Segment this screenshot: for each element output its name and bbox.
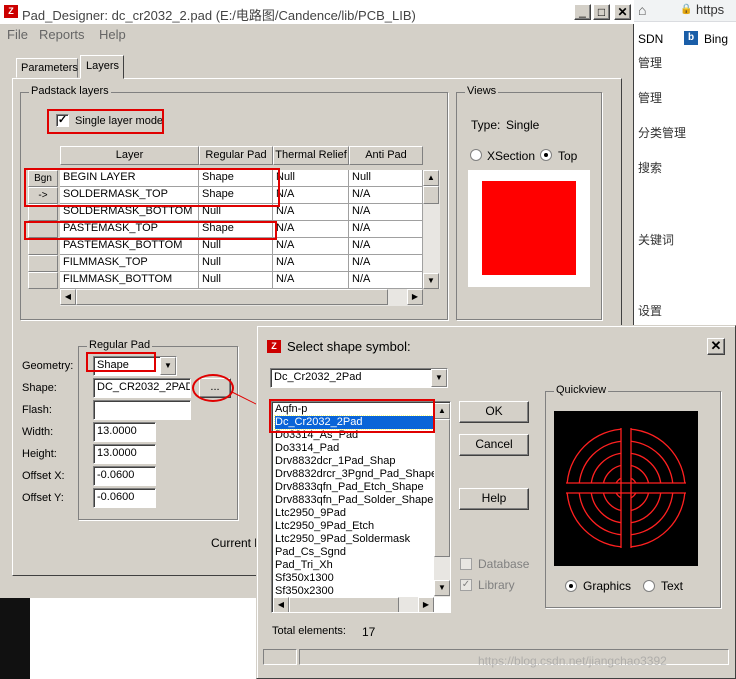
dialog-title-bar: Z Select shape symbol: ✕ — [259, 328, 735, 362]
symbol-list-item[interactable]: Sf350x1300 — [275, 572, 433, 585]
database-checkbox[interactable] — [460, 558, 472, 570]
select-shape-dialog: Z Select shape symbol: ✕ Dc_Cr2032_2Pad … — [256, 325, 736, 679]
symbol-list-item[interactable]: Drv8832drcr_3Pgnd_Pad_Shape — [275, 468, 437, 481]
graphics-label: Graphics — [583, 579, 632, 593]
combo-value: Dc_Cr2032_2Pad — [274, 371, 362, 383]
dropdown-arrow-icon[interactable]: ▼ — [431, 369, 447, 387]
symbol-list-item[interactable]: Drv8832dcr_1Pad_Shap — [275, 455, 433, 468]
symbol-list-item[interactable]: Ltc2950_9Pad_Soldermask — [275, 533, 433, 546]
scroll-down-arrow[interactable]: ▼ — [434, 580, 450, 596]
group-title: Quickview — [554, 384, 609, 396]
scroll-right-arrow[interactable]: ▶ — [418, 597, 434, 612]
symbol-list-item[interactable]: Drv8833qfn_Pad_Solder_Shape — [275, 494, 433, 507]
library-combo[interactable]: Dc_Cr2032_2Pad ▼ — [270, 368, 448, 388]
symbol-list-item[interactable]: Do3314_Pad — [275, 442, 433, 455]
status-bar-left — [263, 649, 297, 665]
annotation-box — [269, 399, 435, 433]
scroll-left-arrow[interactable]: ◀ — [273, 597, 289, 612]
library-checkbox[interactable]: ✓ — [460, 579, 472, 591]
list-horizontal-scrollbar[interactable]: ◀ ▶ — [273, 597, 434, 612]
tab-layers[interactable]: Layers — [80, 55, 124, 79]
symbol-list-item[interactable]: Ltc2950_9Pad_Etch — [275, 520, 433, 533]
text-radio[interactable] — [643, 580, 655, 592]
dialog-close-button[interactable]: ✕ — [707, 338, 725, 355]
list-vertical-scrollbar[interactable]: ▲ ▼ — [434, 403, 450, 597]
library-label: Library — [478, 578, 515, 592]
radio-dot — [569, 584, 573, 588]
help-button[interactable]: Help — [459, 488, 529, 510]
symbol-list-item[interactable]: Drv8833qfn_Pad_Etch_Shape — [275, 481, 433, 494]
database-label: Database — [478, 557, 530, 571]
app-icon: Z — [267, 340, 281, 353]
ok-button[interactable]: OK — [459, 401, 529, 423]
scroll-thumb[interactable] — [289, 597, 399, 612]
dialog-title: Select shape symbol: — [287, 339, 411, 354]
cancel-button[interactable]: Cancel — [459, 434, 529, 456]
tab-label: Layers — [86, 60, 120, 72]
scroll-up-arrow[interactable]: ▲ — [434, 403, 450, 419]
quickview-canvas — [554, 411, 698, 566]
quickview-shape — [563, 425, 689, 551]
total-elements-value: 17 — [362, 625, 376, 639]
symbol-list-item[interactable]: Ltc2950_9Pad — [275, 507, 433, 520]
symbol-list-item[interactable]: Pad_Cs_Sgnd — [275, 546, 433, 559]
text-label: Text — [661, 579, 684, 593]
graphics-radio[interactable] — [565, 580, 577, 592]
watermark: https://blog.csdn.net/jiangchao3392 — [478, 654, 667, 668]
total-elements-label: Total elements: — [272, 625, 346, 637]
symbol-list-item[interactable]: Pad_Tri_Xh — [275, 559, 433, 572]
scroll-thumb[interactable] — [434, 419, 450, 557]
